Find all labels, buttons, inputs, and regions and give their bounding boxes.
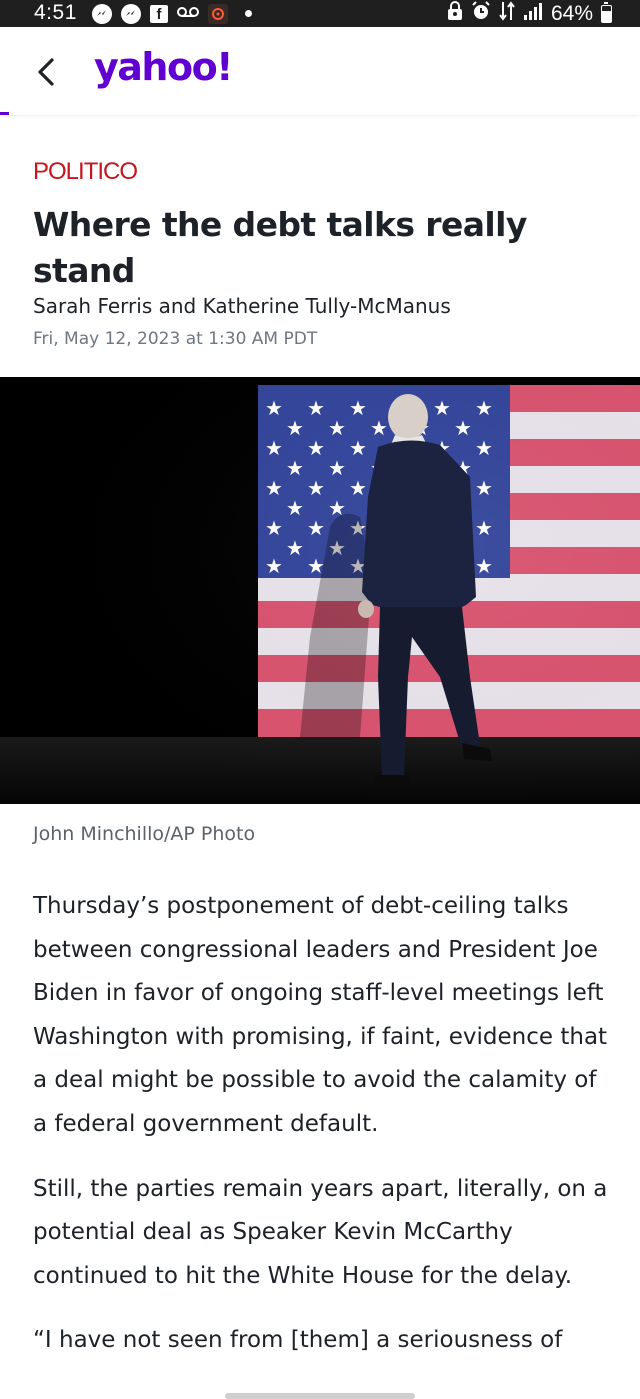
- lock-icon: [447, 1, 463, 26]
- notification-dot-icon: [245, 10, 252, 17]
- article-source[interactable]: POLITICO: [33, 158, 138, 186]
- article-paragraph: Thursday’s postponement of debt-ceiling …: [33, 893, 608, 1137]
- facebook-icon: f: [150, 4, 168, 23]
- app-header: yahoo!: [0, 27, 640, 115]
- article-paragraph: “I have not seen from [them] a seriousne…: [33, 1327, 563, 1354]
- article-paragraph: Still, the parties remain years apart, l…: [33, 1175, 608, 1289]
- voicemail-icon: [177, 5, 199, 22]
- app-icon: [208, 3, 228, 24]
- messenger-icon: [92, 3, 112, 24]
- notification-icons: f: [92, 3, 252, 24]
- signal-icon: [523, 2, 543, 25]
- system-icons: 64%: [447, 0, 612, 27]
- status-time: 4:51: [34, 1, 77, 24]
- back-button[interactable]: [32, 55, 62, 89]
- home-indicator[interactable]: [225, 1393, 415, 1399]
- header-accent: [0, 112, 9, 115]
- article-body: Thursday’s postponement of debt-ceiling …: [33, 885, 613, 1384]
- article-title: Where the debt talks really stand: [33, 205, 527, 290]
- battery-percent: 64%: [550, 1, 593, 25]
- battery-icon: [601, 1, 612, 23]
- chevron-left-icon: [38, 58, 54, 86]
- article-date: Fri, May 12, 2023 at 1:30 AM PDT: [33, 329, 318, 349]
- article-photo[interactable]: ★★★★★★ ★★★★★ ★★★★★★ ★★★★★ ★★★★★★ ★★★★★ ★…: [0, 377, 640, 804]
- status-bar: 4:51 f 64%: [0, 0, 640, 27]
- data-transfer-icon: [499, 0, 515, 27]
- alarm-icon: [471, 1, 491, 26]
- yahoo-logo[interactable]: yahoo!: [94, 45, 234, 89]
- article-author: Sarah Ferris and Katherine Tully-McManus: [33, 294, 451, 318]
- photo-caption: John Minchillo/AP Photo: [33, 823, 256, 845]
- messenger-icon: [121, 3, 141, 24]
